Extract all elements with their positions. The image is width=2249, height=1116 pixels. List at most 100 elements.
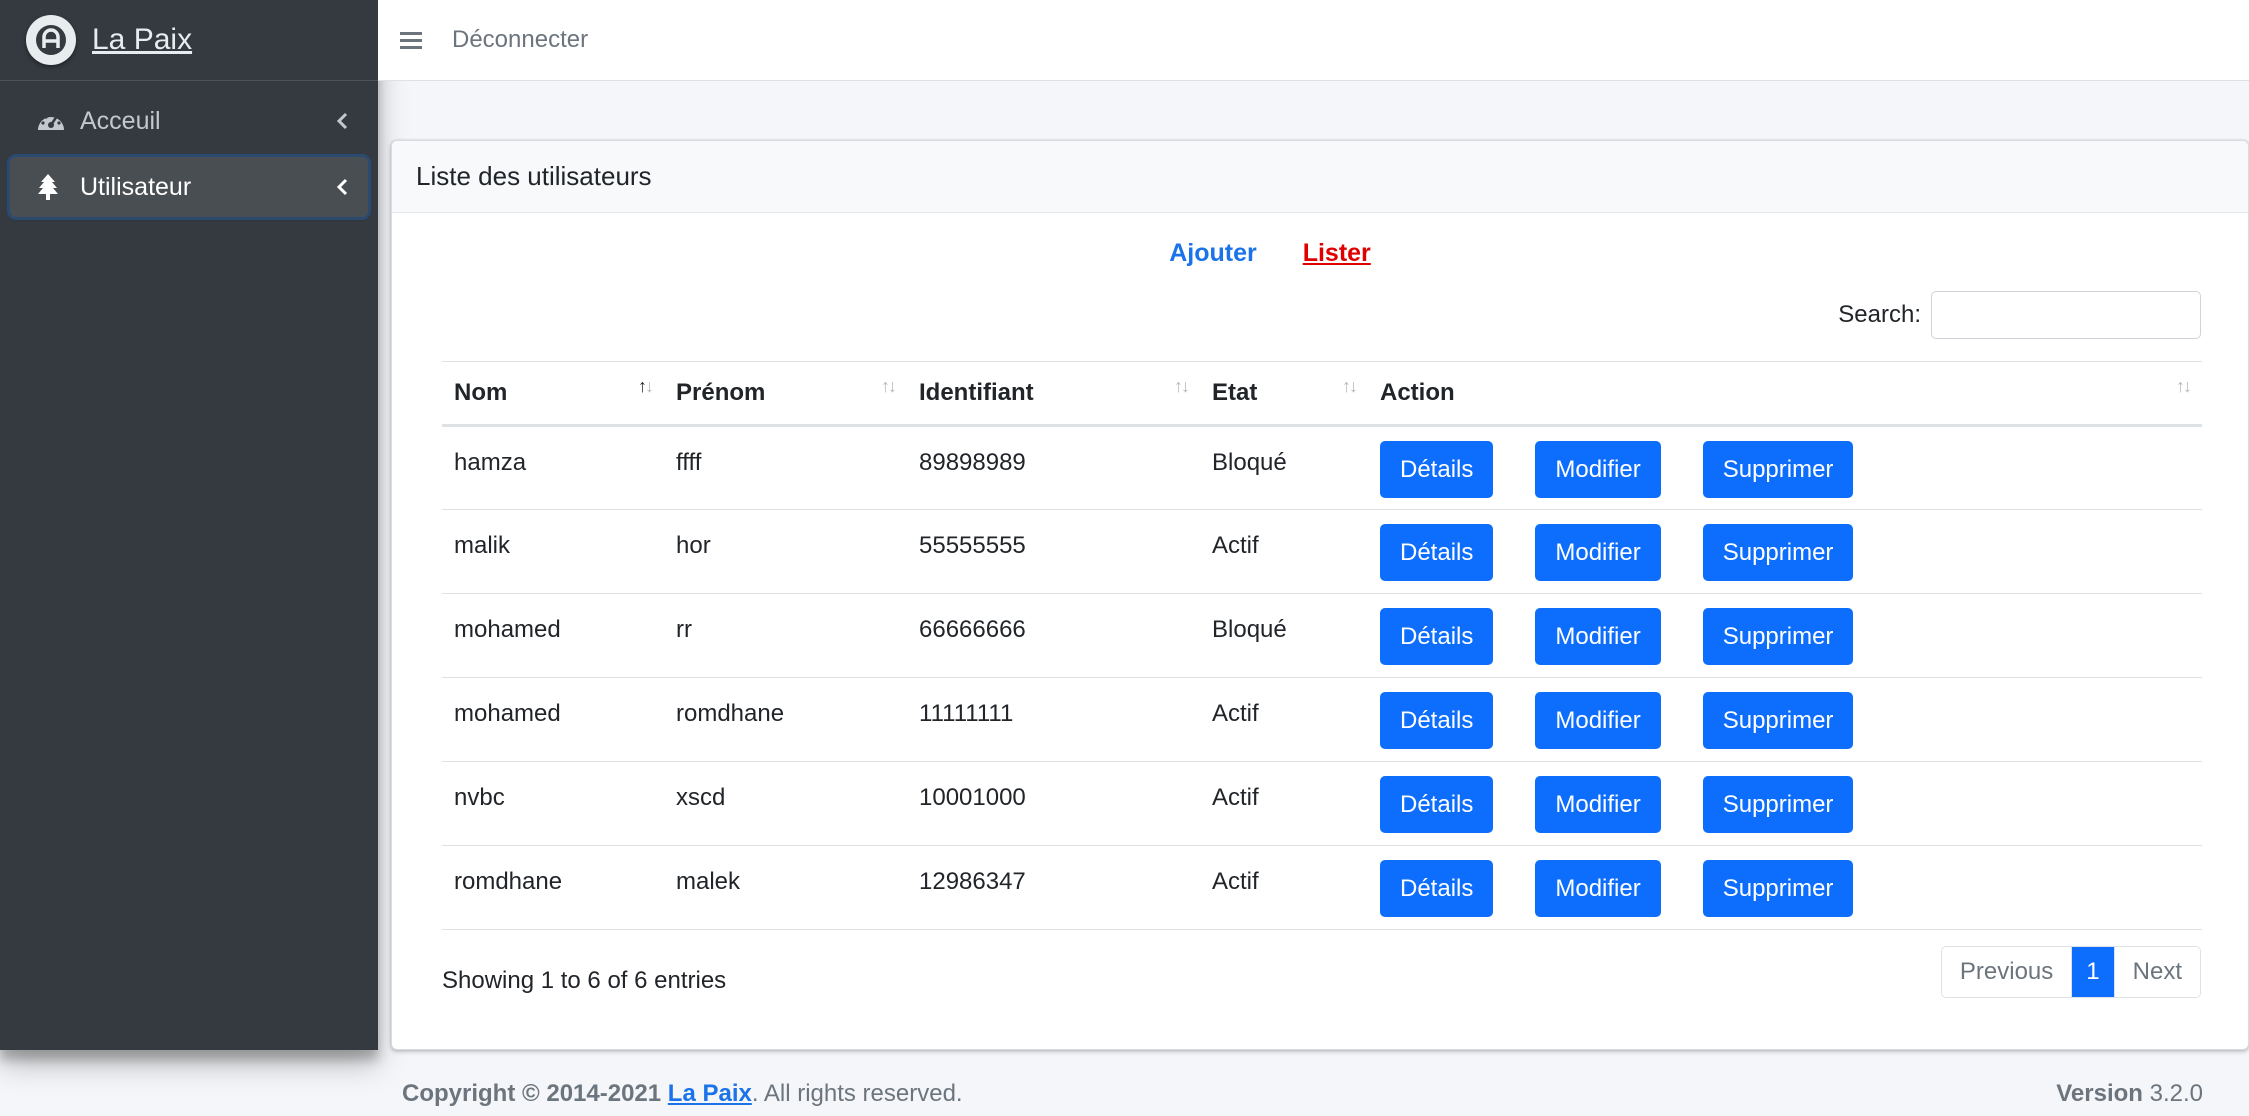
list-link[interactable]: Lister (1303, 239, 1371, 268)
sidebar-item-label: Utilisateur (80, 172, 192, 201)
column-header-etat[interactable]: Etat ↑↓ (1200, 361, 1368, 427)
table-header-row: Nom ↑↓ Prénom ↑↓ Identifiant ↑↓ Etat ↑↓ Acti… (442, 361, 2202, 427)
brand-logo-icon (26, 15, 76, 65)
edit-button[interactable]: Modifier (1535, 860, 1661, 917)
table-row: malik hor 55555555 Actif Détails Modifier… (442, 509, 2202, 594)
cell-nom: romdhane (442, 845, 664, 930)
cell-prenom: romdhane (664, 677, 907, 762)
cell-identifiant: 11111111 (907, 677, 1200, 762)
cell-etat: Actif (1200, 845, 1368, 930)
sidebar-item-label: Acceuil (80, 106, 161, 135)
cell-identifiant: 66666666 (907, 593, 1200, 678)
edit-button[interactable]: Modifier (1535, 608, 1661, 665)
sort-icon: ↑↓ (881, 376, 897, 396)
edit-button[interactable]: Modifier (1535, 692, 1661, 749)
edit-button[interactable]: Modifier (1535, 776, 1661, 833)
sidebar-item-acceuil[interactable]: Acceuil (10, 91, 368, 151)
brand-link[interactable]: La Paix (0, 0, 378, 81)
footer: Copyright © 2014-2021 La Paix. All right… (402, 1080, 2203, 1108)
sort-icon: ↑↓ (1174, 376, 1190, 396)
sort-icon: ↑↓ (1342, 376, 1358, 396)
pagination-next-button[interactable]: Next (2113, 947, 2200, 997)
column-header-nom[interactable]: Nom ↑↓ (442, 361, 664, 427)
cell-prenom: ffff (664, 425, 907, 510)
search-box: Search: (1838, 291, 2201, 339)
card-title: Liste des utilisateurs (392, 141, 2248, 213)
cell-prenom: rr (664, 593, 907, 678)
cell-etat: Bloqué (1200, 593, 1368, 678)
users-table: Nom ↑↓ Prénom ↑↓ Identifiant ↑↓ Etat ↑↓ Acti… (442, 361, 2202, 930)
hamburger-menu-icon[interactable] (388, 20, 434, 60)
cell-nom: hamza (442, 425, 664, 510)
cell-identifiant: 55555555 (907, 509, 1200, 594)
cell-nom: mohamed (442, 677, 664, 762)
cell-nom: malik (442, 509, 664, 594)
brand-name[interactable]: La Paix (92, 23, 192, 57)
table-row: mohamed rr 66666666 Bloqué Détails Modifi… (442, 593, 2202, 678)
column-header-identifiant[interactable]: Identifiant ↑↓ (907, 361, 1200, 427)
tree-icon (36, 172, 70, 202)
table-row: mohamed romdhane 11111111 Actif Détails M… (442, 677, 2202, 762)
search-label: Search: (1838, 301, 1921, 328)
delete-button[interactable]: Supprimer (1702, 608, 1854, 665)
logout-link[interactable]: Déconnecter (452, 26, 588, 54)
cell-identifiant: 10001000 (907, 761, 1200, 846)
version-label: Version (2056, 1080, 2143, 1107)
cell-identifiant: 12986347 (907, 845, 1200, 930)
cell-actions: Détails Modifier Supprimer (1368, 845, 2202, 930)
copyright-suffix: . All rights reserved. (751, 1080, 963, 1107)
version-value: 3.2.0 (2149, 1080, 2203, 1107)
chevron-left-icon (332, 177, 352, 197)
delete-button[interactable]: Supprimer (1702, 776, 1854, 833)
cell-etat: Actif (1200, 761, 1368, 846)
version-info: Version 3.2.0 (2056, 1080, 2203, 1108)
delete-button[interactable]: Supprimer (1702, 524, 1854, 581)
add-link[interactable]: Ajouter (1169, 239, 1257, 268)
pagination-previous-button[interactable]: Previous (1941, 947, 2073, 997)
details-button[interactable]: Détails (1380, 524, 1494, 581)
sidebar-nav: Acceuil Utilisateur (0, 81, 378, 233)
cell-actions: Détails Modifier Supprimer (1368, 761, 2202, 846)
edit-button[interactable]: Modifier (1535, 441, 1661, 498)
top-navbar: Déconnecter (378, 0, 2249, 81)
chevron-left-icon (332, 111, 352, 131)
details-button[interactable]: Détails (1380, 692, 1494, 749)
table-row: hamza ffff 89898989 Bloqué Détails Modifi… (442, 425, 2202, 510)
column-header-prenom[interactable]: Prénom ↑↓ (664, 361, 907, 427)
table-row: nvbc xscd 10001000 Actif Détails Modifier… (442, 761, 2202, 846)
cell-actions: Détails Modifier Supprimer (1368, 677, 2202, 762)
copyright-prefix: Copyright © 2014-2021 (402, 1080, 662, 1107)
sort-asc-icon: ↑↓ (638, 376, 654, 396)
cell-nom: nvbc (442, 761, 664, 846)
details-button[interactable]: Détails (1380, 608, 1494, 665)
edit-button[interactable]: Modifier (1535, 524, 1661, 581)
cell-etat: Actif (1200, 677, 1368, 762)
delete-button[interactable]: Supprimer (1702, 692, 1854, 749)
delete-button[interactable]: Supprimer (1702, 441, 1854, 498)
details-button[interactable]: Détails (1380, 776, 1494, 833)
sidebar-item-utilisateur[interactable]: Utilisateur (10, 157, 368, 217)
cell-actions: Détails Modifier Supprimer (1368, 593, 2202, 678)
cell-prenom: xscd (664, 761, 907, 846)
sidebar: La Paix Acceuil Utilisateur (0, 0, 378, 1050)
delete-button[interactable]: Supprimer (1702, 860, 1854, 917)
details-button[interactable]: Détails (1380, 860, 1494, 917)
column-header-action[interactable]: Action ↑↓ (1368, 361, 2202, 427)
tachometer-icon (36, 106, 70, 136)
cell-etat: Bloqué (1200, 425, 1368, 510)
footer-brand-link[interactable]: La Paix (668, 1080, 752, 1107)
users-card: Liste des utilisateurs Ajouter Lister Se… (391, 140, 2249, 1050)
cell-prenom: hor (664, 509, 907, 594)
table-row: romdhane malek 12986347 Actif Détails Mod… (442, 845, 2202, 930)
table-info: Showing 1 to 6 of 6 entries (442, 967, 727, 994)
cell-actions: Détails Modifier Supprimer (1368, 509, 2202, 594)
card-links: Ajouter Lister (392, 239, 2248, 268)
details-button[interactable]: Détails (1380, 441, 1494, 498)
cell-identifiant: 89898989 (907, 425, 1200, 510)
cell-prenom: malek (664, 845, 907, 930)
search-input[interactable] (1931, 291, 2201, 339)
cell-actions: Détails Modifier Supprimer (1368, 425, 2202, 510)
pagination-page-button[interactable]: 1 (2072, 947, 2114, 997)
sort-icon: ↑↓ (2176, 376, 2192, 396)
pagination: Previous 1 Next (1940, 946, 2201, 998)
